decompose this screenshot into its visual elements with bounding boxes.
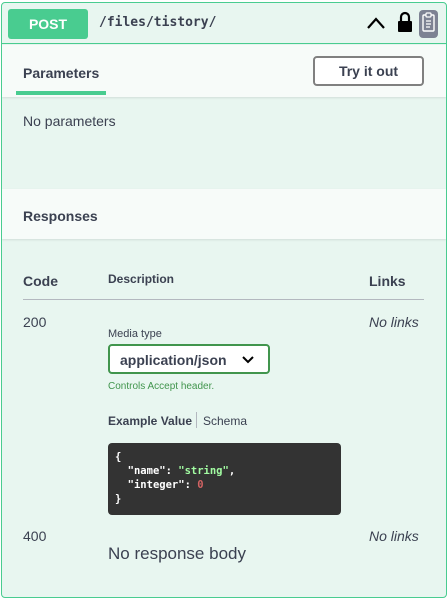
lock-icon[interactable]: [397, 11, 413, 33]
copy-icon[interactable]: [419, 10, 438, 38]
no-response-body-text: No response body: [108, 544, 246, 563]
operation-summary[interactable]: POST /files/tistory/: [2, 3, 446, 44]
response-code-200: 200: [23, 314, 47, 330]
json-key-integer: "integer": [127, 479, 185, 491]
column-header-description: Description: [108, 272, 175, 286]
tab-schema[interactable]: Schema: [203, 414, 247, 428]
tab-divider: [196, 412, 197, 428]
chevron-down-icon: [242, 356, 254, 364]
json-close-brace: }: [115, 493, 122, 505]
responses-title: Responses: [23, 208, 98, 224]
method-badge[interactable]: POST: [8, 9, 88, 39]
media-type-label: Media type: [108, 328, 162, 340]
responses-header: Responses: [2, 189, 446, 239]
tab-parameters[interactable]: Parameters: [23, 65, 99, 81]
operation-block: POST /files/tistory/ Parameters Try it o…: [1, 2, 447, 598]
example-value-code: { "name": "string", "integer": 0 }: [108, 443, 341, 515]
media-type-select[interactable]: application/json: [108, 344, 270, 374]
json-value-integer: 0: [197, 479, 204, 491]
json-key-name: "name": [127, 465, 166, 477]
table-header-divider: [23, 299, 424, 300]
try-it-out-button[interactable]: Try it out: [313, 56, 424, 86]
chevron-up-icon[interactable]: [366, 16, 386, 30]
no-parameters-text: No parameters: [23, 113, 116, 129]
response-links-400: No links: [369, 528, 419, 544]
response-links-200: No links: [369, 314, 419, 330]
media-type-value: application/json: [120, 352, 227, 368]
parameters-header: Parameters Try it out: [2, 45, 446, 97]
json-value-name: "string": [178, 465, 229, 477]
tab-example-value[interactable]: Example Value: [108, 414, 192, 428]
operation-path[interactable]: /files/tistory/: [99, 15, 216, 30]
json-open-brace: {: [115, 451, 122, 463]
column-header-code: Code: [23, 273, 58, 289]
response-code-400: 400: [23, 528, 47, 544]
accept-header-note: Controls Accept header.: [108, 381, 215, 392]
column-header-links: Links: [369, 273, 406, 289]
tab-active-indicator: [16, 91, 106, 95]
